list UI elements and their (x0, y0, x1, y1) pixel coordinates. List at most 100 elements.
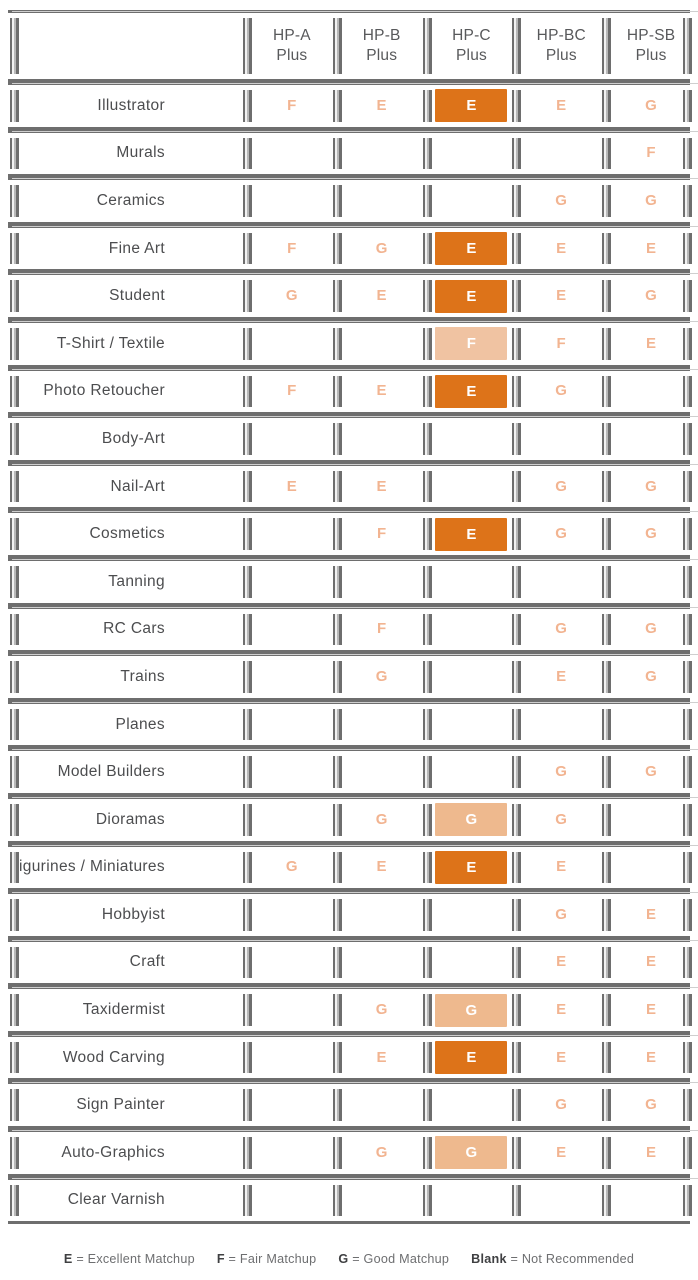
matchup-grade: G (555, 382, 568, 400)
legend-text: Fair Matchup (239, 1252, 317, 1266)
matchup-cell (510, 1176, 601, 1225)
row-label-planes: Planes (8, 700, 698, 749)
matchup-cell: E (600, 986, 692, 1034)
matchup-grade: G (375, 1143, 388, 1161)
matchup-cell: G (241, 272, 331, 320)
matchup-cell (420, 462, 511, 511)
row-label-model-builders: Model Builders (8, 748, 698, 796)
matchup-grade: E (376, 477, 387, 495)
matchup-grade: G (645, 1096, 658, 1114)
matchup-grade: E (645, 1143, 657, 1161)
table-row: Sign Painter G G (8, 1081, 698, 1130)
matchup-cell (420, 653, 511, 701)
matchup-cell: E (330, 272, 421, 320)
matchup-cell: G (600, 510, 692, 558)
legend-equals: = (228, 1252, 237, 1266)
matchup-grade: E (645, 334, 657, 352)
legend-entry: F = Fair Matchup (217, 1252, 317, 1266)
matchup-grade: E (376, 858, 387, 876)
matchup-cell (330, 1176, 421, 1225)
matchup-grade: F (287, 96, 297, 114)
column-header-name: HP-A (272, 26, 311, 44)
table-row: Craft E E (8, 938, 698, 987)
header-row: HP-A Plus HP-B Plus HP-C Plus HP-BC Plus HP-SB Pl… (8, 10, 698, 82)
legend-entry: E = Excellent Matchup (64, 1252, 195, 1266)
row-end-bracket (683, 803, 692, 836)
matchup-grade-highlighted: E (435, 1041, 508, 1075)
matchup-cell: E (600, 224, 692, 273)
column-header-hp-sb: HP-SB Plus (600, 10, 692, 82)
matchup-cell: F (241, 82, 331, 130)
matchup-cell: G (600, 462, 692, 511)
matchup-grade: G (645, 287, 658, 305)
matchup-cell (241, 986, 331, 1034)
matchup-cell (330, 129, 421, 178)
table-row: Wood Carving E E E E (8, 1033, 698, 1082)
matchup-cell (330, 891, 421, 939)
matchup-grade: E (556, 953, 567, 971)
row-end-bracket (683, 661, 692, 693)
row-end-bracket (683, 470, 692, 503)
matchup-grade: G (555, 525, 568, 543)
row-end-bracket (683, 851, 692, 884)
matchup-grade: G (645, 763, 658, 781)
matchup-cell (241, 748, 331, 796)
matchup-cell: G (510, 1081, 601, 1130)
matchup-cell: G (510, 462, 601, 511)
matchup-cell (241, 795, 331, 844)
matchup-cell (241, 1081, 331, 1130)
matchup-cell: G (600, 82, 692, 130)
row-end-bracket (683, 1041, 692, 1074)
matchup-grade: G (555, 1096, 568, 1114)
matchup-cell: G (420, 986, 511, 1034)
matchup-cell: F (510, 319, 601, 368)
legend: E = Excellent Matchup F = Fair Matchup G =… (0, 1252, 698, 1266)
matchup-grade: G (375, 667, 388, 685)
matchup-cell (241, 510, 331, 558)
row-end-bracket (683, 232, 692, 265)
row-label-fine-art: Fine Art (8, 224, 698, 273)
matchup-cell (241, 177, 331, 225)
matchup-cell (600, 843, 692, 892)
matchup-grade: F (376, 620, 387, 638)
legend-text: Good Matchup (363, 1252, 450, 1266)
matchup-cell (420, 938, 511, 987)
row-label-t-shirt-textile: T-Shirt / Textile (8, 319, 698, 368)
row-end-bracket (683, 756, 692, 788)
matchup-grade: G (285, 858, 298, 876)
matchup-cell: E (420, 843, 511, 892)
matchup-grade: F (556, 334, 567, 352)
matchup-grade-highlighted: E (435, 850, 508, 884)
legend-equals: = (352, 1252, 360, 1266)
matchup-grade: F (646, 144, 656, 162)
matchup-grade: G (375, 810, 388, 828)
matchup-cell: F (420, 319, 511, 368)
matchup-cell: E (420, 82, 511, 130)
column-header-name: HP-C (452, 26, 491, 44)
row-end-bracket (683, 518, 692, 550)
matchup-cell: E (420, 367, 511, 416)
matchup-cell: G (510, 510, 601, 558)
table-row: Figurines / Miniatures G E E E (8, 843, 698, 892)
row-end-bracket (683, 708, 692, 741)
row-label-illustrator: Illustrator (8, 82, 698, 130)
matchup-cell: G (510, 795, 601, 844)
matchup-cell (420, 177, 511, 225)
matchup-grade: E (376, 1048, 387, 1066)
matchup-cell (600, 415, 692, 463)
legend-key: E (63, 1252, 73, 1266)
row-label-cosmetics: Cosmetics (8, 510, 698, 558)
matchup-cell: E (420, 224, 511, 273)
row-end-bracket (683, 423, 692, 455)
matchup-grade: G (375, 239, 388, 257)
matchup-cell (420, 748, 511, 796)
matchup-cell (241, 129, 331, 178)
matchup-grade: E (376, 382, 387, 400)
matchup-cell: G (330, 653, 421, 701)
row-end-bracket (683, 994, 692, 1026)
matchup-cell: E (600, 938, 692, 987)
table-row: Body-Art (8, 415, 698, 463)
table-row: Auto-Graphics G G E E (8, 1129, 698, 1177)
row-label-body-art: Body-Art (8, 415, 698, 463)
matchup-cell: E (330, 462, 421, 511)
